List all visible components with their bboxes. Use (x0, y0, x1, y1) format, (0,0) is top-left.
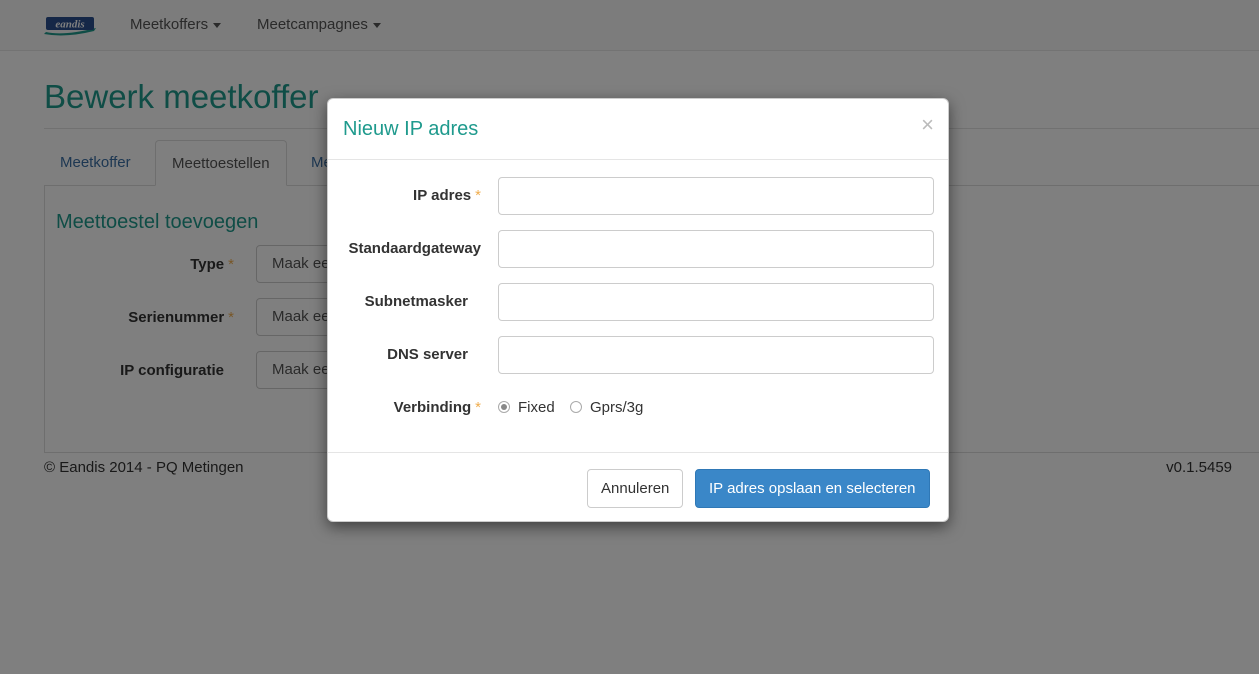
radio-gprs-3g-label: Gprs/3g (590, 399, 644, 416)
standaardgateway-input[interactable] (498, 230, 934, 268)
radio-fixed[interactable]: Fixed (498, 399, 555, 416)
close-icon[interactable]: × (921, 114, 934, 136)
radio-checked-icon[interactable] (498, 401, 510, 413)
dns-server-label: DNS server (387, 346, 468, 363)
modal-header: Nieuw IP adres × (328, 99, 948, 160)
radio-unchecked-icon[interactable] (570, 401, 582, 413)
ip-adres-input[interactable] (498, 177, 934, 215)
required-marker: * (475, 399, 481, 416)
subnetmasker-label: Subnetmasker (364, 293, 468, 310)
modal-footer: Annuleren IP adres opslaan en selecteren (328, 452, 948, 521)
dns-server-input[interactable] (498, 336, 934, 374)
standaardgateway-label: Standaardgateway (348, 240, 481, 257)
subnetmasker-input[interactable] (498, 283, 934, 321)
required-marker: * (475, 187, 481, 204)
radio-fixed-label: Fixed (518, 399, 555, 416)
radio-gprs-3g[interactable]: Gprs/3g (570, 399, 643, 416)
cancel-button[interactable]: Annuleren (587, 469, 684, 508)
modal-title: Nieuw IP adres (343, 118, 479, 140)
save-and-select-button[interactable]: IP adres opslaan en selecteren (695, 469, 930, 508)
new-ip-address-modal: Nieuw IP adres × IP adres * Standaardgate… (327, 98, 949, 522)
ip-adres-label: IP adres * (413, 187, 481, 204)
verbinding-label: Verbinding * (393, 399, 481, 416)
